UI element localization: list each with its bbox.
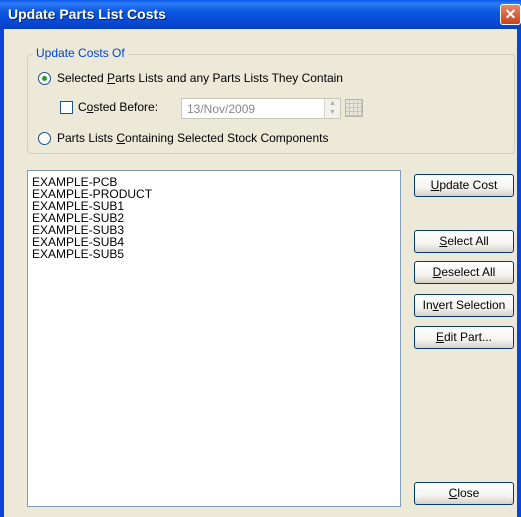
list-item[interactable]: EXAMPLE-SUB5 xyxy=(32,247,124,261)
date-value: 13/Nov/2009 xyxy=(187,102,256,116)
selected-parts-lists-label[interactable]: Selected Parts Lists and any Parts Lists… xyxy=(57,71,343,85)
window-frame-right xyxy=(517,29,521,517)
invert-selection-button[interactable]: Invert Selection xyxy=(414,294,514,317)
containing-stock-components-radio[interactable] xyxy=(38,132,51,145)
deselect-all-button[interactable]: Deselect All xyxy=(414,261,514,284)
close-icon: ✕ xyxy=(504,6,517,22)
calendar-icon[interactable] xyxy=(345,99,363,117)
costed-before-label[interactable]: Costed Before: xyxy=(78,100,158,114)
edit-part-button[interactable]: Edit Part... xyxy=(414,326,514,349)
close-button[interactable]: Close xyxy=(414,482,514,505)
select-all-button[interactable]: Select All xyxy=(414,230,514,253)
date-spinner[interactable]: ▲ ▼ xyxy=(324,99,340,118)
containing-stock-components-label[interactable]: Parts Lists Containing Selected Stock Co… xyxy=(57,131,329,145)
parts-list-box[interactable]: EXAMPLE-PCB EXAMPLE-PRODUCT EXAMPLE-SUB1… xyxy=(27,170,401,507)
title-bar[interactable]: Update Parts List Costs ✕ xyxy=(0,0,521,29)
down-arrow-icon[interactable]: ▼ xyxy=(325,108,340,117)
group-legend: Update Costs Of xyxy=(33,46,128,60)
window-title: Update Parts List Costs xyxy=(8,6,166,22)
selected-parts-lists-radio[interactable] xyxy=(38,72,51,85)
update-cost-button[interactable]: Update Cost xyxy=(414,174,514,197)
close-window-button[interactable]: ✕ xyxy=(500,4,521,25)
costed-before-checkbox[interactable] xyxy=(60,101,73,114)
costed-before-date-field[interactable]: 13/Nov/2009 xyxy=(181,98,341,119)
up-arrow-icon[interactable]: ▲ xyxy=(325,99,340,108)
window-frame-left xyxy=(0,29,4,517)
